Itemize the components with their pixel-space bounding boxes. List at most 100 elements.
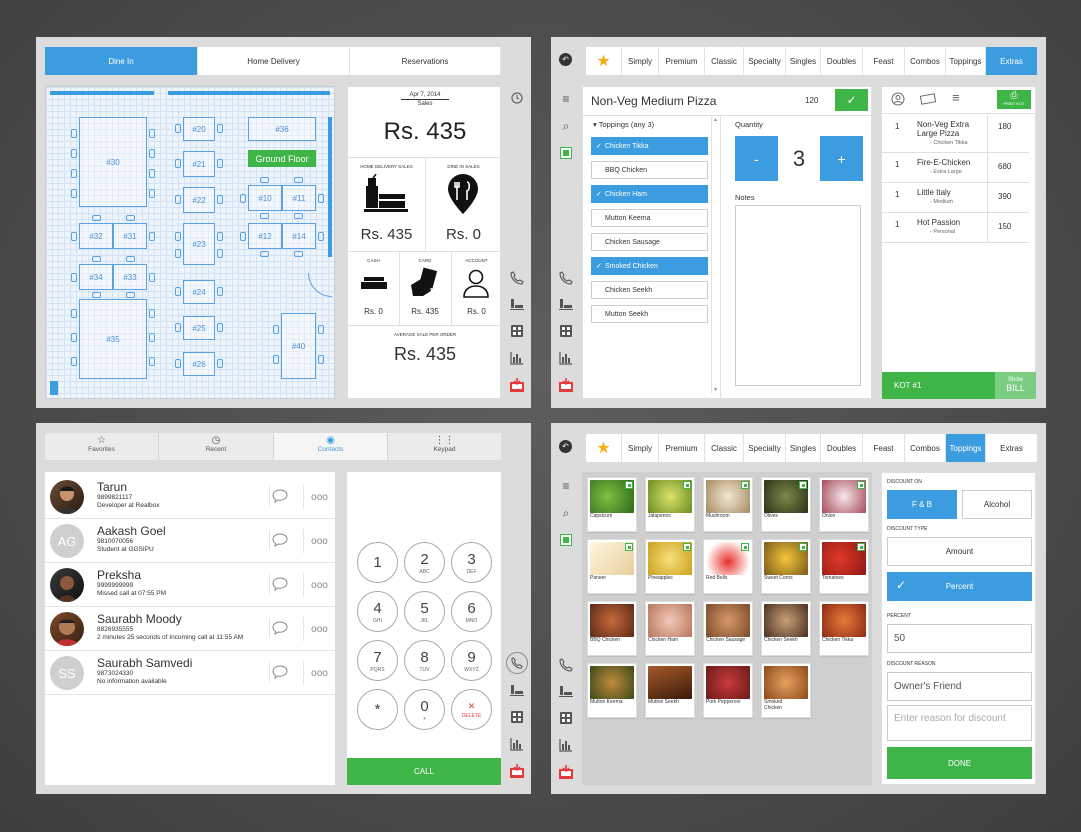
topping-card-chicken-sausage[interactable]: Chicken Sausage	[703, 601, 753, 656]
key-4[interactable]: 4 GHI	[357, 591, 398, 632]
key-5[interactable]: 5 JKL	[404, 591, 445, 632]
delivery-side-icon[interactable]	[559, 297, 573, 311]
tab-premium[interactable]: Premium	[659, 434, 705, 462]
delivery-side-icon[interactable]	[559, 684, 573, 698]
reports-icon[interactable]	[510, 351, 524, 365]
table-23[interactable]: #23	[183, 223, 215, 265]
favorites-star-icon[interactable]: ★	[586, 434, 622, 462]
phone-icon[interactable]	[559, 271, 573, 285]
tab-extras[interactable]: Extras	[986, 47, 1037, 75]
tab-feast[interactable]: Feast	[863, 434, 905, 462]
tab-classic[interactable]: Classic	[705, 434, 744, 462]
key-8[interactable]: 8 TUV	[404, 640, 445, 681]
discount-alcohol-button[interactable]: Alcohol	[962, 490, 1032, 519]
search-icon[interactable]: ⌕	[559, 506, 573, 520]
topping-card-pork-pepperoni[interactable]: Pork Pepperoni	[703, 663, 753, 718]
table-26[interactable]: #26	[183, 352, 215, 376]
kot-button[interactable]: KOT #1	[882, 372, 995, 399]
menu-icon[interactable]: ≡	[952, 90, 960, 105]
topping-mutton-seekh[interactable]: Mutton Seekh	[591, 305, 708, 323]
discount-amount-button[interactable]: Amount	[887, 537, 1032, 566]
table-36[interactable]: #36	[248, 117, 316, 141]
discount-fb-button[interactable]: F & B	[887, 490, 957, 519]
more-icon[interactable]: ooo	[303, 529, 335, 553]
order-row[interactable]: 1 Hot Passion - Personal 150	[882, 213, 1029, 243]
more-icon[interactable]: ooo	[303, 661, 335, 685]
reports-icon[interactable]	[559, 351, 573, 365]
order-row[interactable]: 1 Non-Veg Extra Large Pizza - Chicken Ti…	[882, 115, 1029, 153]
more-icon[interactable]: ooo	[303, 573, 335, 597]
topping-card-paneer[interactable]: Paneer	[587, 539, 637, 594]
table-24[interactable]: #24	[183, 280, 215, 304]
key-1[interactable]: 1	[357, 542, 398, 583]
tab-specialty[interactable]: Specialty	[744, 47, 786, 75]
topping-smoked-chicken[interactable]: Smoked Chicken	[591, 257, 708, 275]
grid-icon[interactable]	[559, 324, 573, 338]
tab-classic[interactable]: Classic	[705, 47, 744, 75]
table-20[interactable]: #20	[183, 117, 215, 141]
ground-floor-label[interactable]: Ground Floor	[248, 150, 316, 167]
topping-card-mutton-keema[interactable]: Mutton Keema	[587, 663, 637, 718]
key-delete[interactable]: ✕ DELETE	[451, 689, 492, 730]
search-icon[interactable]: ⌕	[559, 119, 573, 133]
back-icon[interactable]: ↶	[559, 440, 572, 453]
message-icon[interactable]	[269, 662, 289, 682]
table-22[interactable]: #22	[183, 187, 215, 213]
delivery-side-icon[interactable]	[510, 297, 524, 311]
grid-icon[interactable]	[510, 710, 524, 724]
done-button[interactable]: DONE	[887, 747, 1032, 779]
table-35[interactable]: #35	[79, 299, 147, 379]
topping-card-tomatoes[interactable]: Tomatoes	[819, 539, 869, 594]
key-7[interactable]: 7 PQRS	[357, 640, 398, 681]
veg-indicator-icon[interactable]	[560, 534, 572, 546]
logout-icon[interactable]	[558, 377, 574, 393]
topping-card-mushroom[interactable]: Mushroom	[703, 477, 753, 532]
contact-row[interactable]: AG Aakash Goel 9810070056 Student at GGS…	[45, 519, 335, 563]
logout-icon[interactable]	[509, 763, 525, 779]
tab-extras[interactable]: Extras	[986, 434, 1037, 462]
quantity-minus-button[interactable]: -	[735, 136, 778, 181]
topping-card-smoked-chicken[interactable]: Smoked Chicken	[761, 663, 811, 718]
tab-recent[interactable]: ◷ Recent	[159, 433, 274, 460]
list-icon[interactable]: ≡	[559, 92, 573, 106]
tab-toppings[interactable]: Toppings	[946, 434, 986, 462]
table-32[interactable]: #32	[79, 223, 113, 249]
topping-chicken-sausage[interactable]: Chicken Sausage	[591, 233, 708, 251]
key-9[interactable]: 9 WXYZ	[451, 640, 492, 681]
table-11[interactable]: #11	[282, 185, 316, 211]
discount-percent-button[interactable]: ✓ Percent	[887, 572, 1032, 601]
show-bill-button[interactable]: Show BILL	[995, 372, 1036, 399]
grid-icon[interactable]	[559, 711, 573, 725]
phone-icon[interactable]	[559, 658, 573, 672]
key-star[interactable]: *	[357, 689, 398, 730]
list-icon[interactable]: ≡	[559, 479, 573, 493]
topping-card-pineapples[interactable]: Pineapples	[645, 539, 695, 594]
tab-premium[interactable]: Premium	[659, 47, 705, 75]
call-button[interactable]: CALL	[347, 758, 501, 785]
tab-simply[interactable]: Simply	[622, 434, 659, 462]
table-33[interactable]: #33	[113, 264, 147, 290]
key-3[interactable]: 3 DEF	[451, 542, 492, 583]
logout-icon[interactable]	[509, 377, 525, 393]
topping-mutton-keema[interactable]: Mutton Keema	[591, 209, 708, 227]
order-row[interactable]: 1 Fire-E-Chicken - Extra Large 680	[882, 153, 1029, 183]
topping-bbq-chicken[interactable]: BBQ Chicken	[591, 161, 708, 179]
tab-feast[interactable]: Feast	[863, 47, 905, 75]
tab-specialty[interactable]: Specialty	[744, 434, 786, 462]
phone-active-icon[interactable]	[506, 652, 528, 674]
topping-card-onion[interactable]: Onion	[819, 477, 869, 532]
key-2[interactable]: 2 ABC	[404, 542, 445, 583]
table-31[interactable]: #31	[113, 223, 147, 249]
message-icon[interactable]	[269, 574, 289, 594]
message-icon[interactable]	[269, 530, 289, 550]
confirm-item-button[interactable]: ✓	[835, 89, 868, 111]
tab-simply[interactable]: Simply	[622, 47, 659, 75]
topping-card-capsicum[interactable]: Capsicum	[587, 477, 637, 532]
tab-combos[interactable]: Combos	[905, 434, 946, 462]
grid-icon[interactable]	[510, 324, 524, 338]
message-icon[interactable]	[269, 486, 289, 506]
contact-row[interactable]: Tarun 9899821117 Developer at Realbox oo…	[45, 475, 335, 519]
table-14[interactable]: #14	[282, 223, 316, 249]
order-row[interactable]: 1 Little Italy - Medium 390	[882, 183, 1029, 213]
tab-favorites[interactable]: ☆ Favorites	[45, 433, 159, 460]
